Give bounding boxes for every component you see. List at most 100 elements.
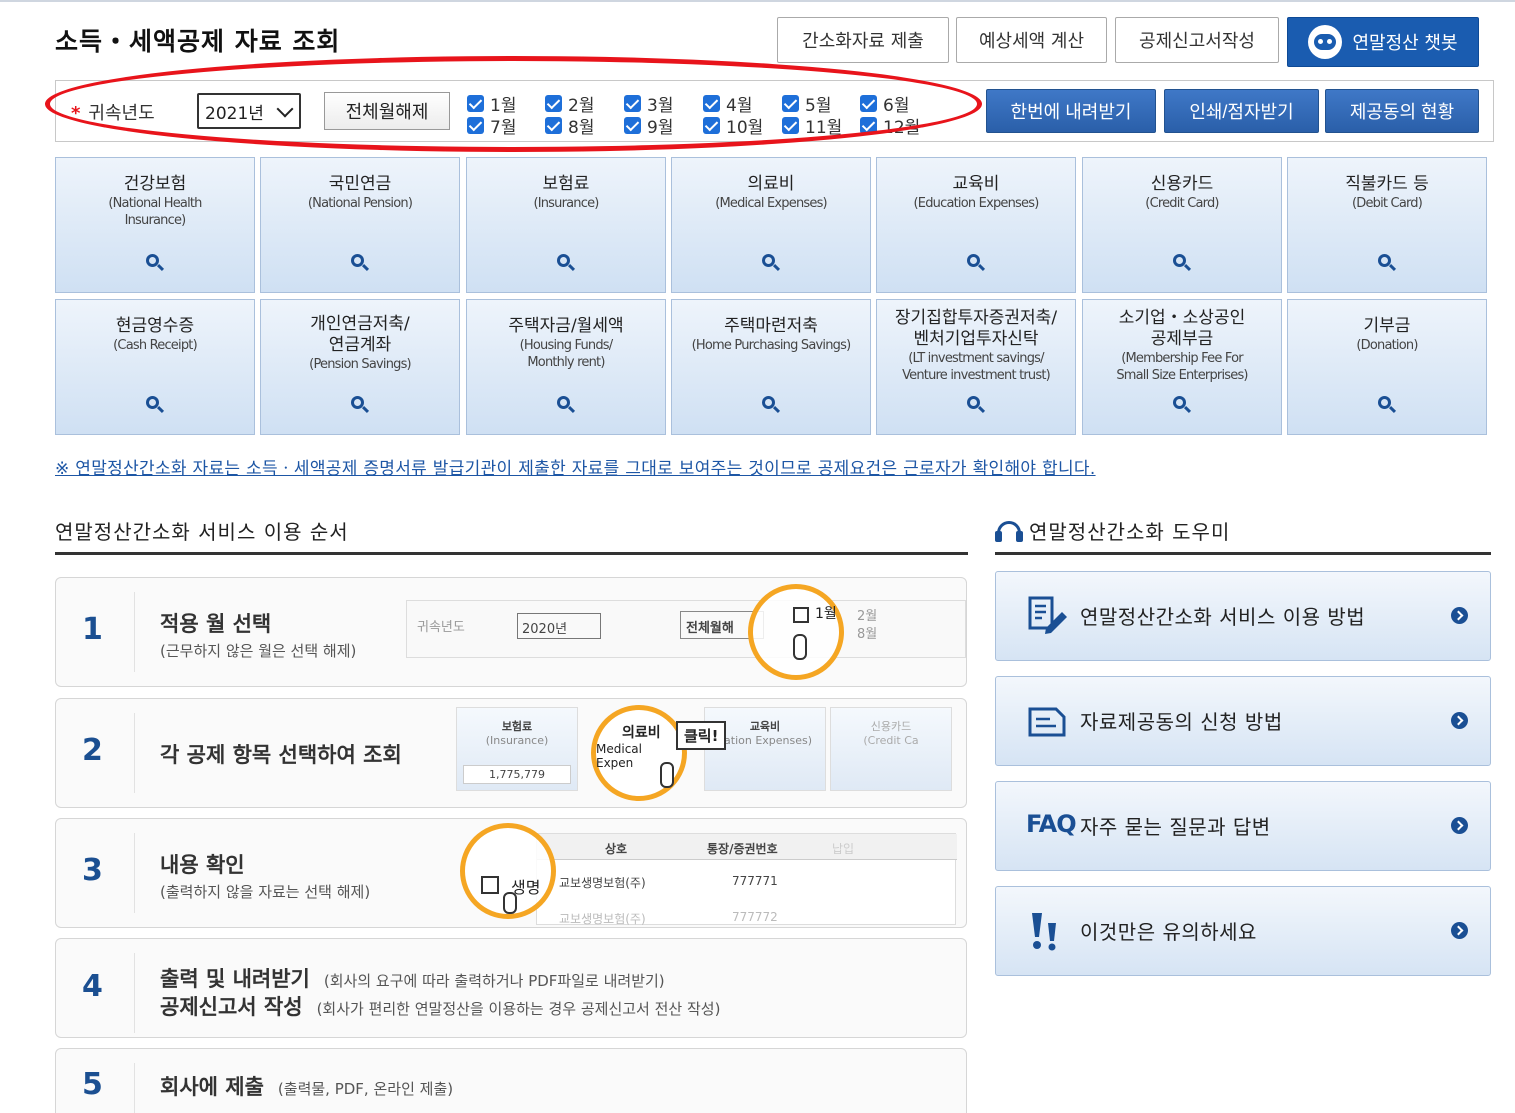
deduction-tile-12[interactable]: 장기집합투자증권저축/ 벤처기업투자신탁 (LT investment savin…	[876, 299, 1076, 435]
deduction-tile-7[interactable]: 직불카드 등 (Debit Card)	[1287, 157, 1487, 293]
search-icon[interactable]	[557, 396, 576, 414]
search-icon[interactable]	[351, 254, 370, 272]
zoom-circle: 생명	[460, 823, 556, 919]
helper-item-caution[interactable]: 이것만은 유의하세요	[995, 886, 1491, 976]
deduction-tile-14[interactable]: 기부금 (Donation)	[1287, 299, 1487, 435]
checkbox-icon[interactable]	[860, 117, 877, 134]
search-icon[interactable]	[762, 254, 781, 272]
step-1: 1 적용 월 선택 (근무하지 않은 월은 선택 해제) 귀속년도 2020년 …	[55, 577, 967, 687]
tile-title: 교육비	[952, 174, 1000, 194]
tile-subtitle: Venture investment trust)	[902, 368, 1051, 383]
deduction-tile-9[interactable]: 개인연금저축/ 연금계좌 (Pension Savings)	[260, 299, 460, 435]
tile-title: 신용카드	[1150, 174, 1214, 194]
tile-subtitle: (Home Purchasing Savings)	[691, 338, 852, 353]
step-title: 내용 확인	[160, 853, 245, 877]
warning-icon	[1032, 913, 1056, 951]
search-icon[interactable]	[762, 396, 781, 414]
step-title-2: 공제신고서 작성 (회사가 편리한 연말정산을 이용하는 경우 공제신고서 전산 …	[160, 995, 721, 1019]
month-checkbox-7[interactable]: 7월	[467, 113, 516, 138]
tile-title: 주택마련저축	[724, 316, 818, 336]
deduction-tile-4[interactable]: 의료비 (Medical Expenses)	[671, 157, 871, 293]
checkbox-icon[interactable]	[624, 117, 641, 134]
download-all-button[interactable]: 한번에 내려받기	[986, 89, 1156, 133]
deduction-tile-11[interactable]: 주택마련저축 (Home Purchasing Savings)	[671, 299, 871, 435]
faq-icon: FAQ	[1026, 810, 1077, 838]
checkbox-icon[interactable]	[860, 95, 877, 112]
step-title: 적용 월 선택	[160, 612, 272, 636]
step1-illustration: 귀속년도 2020년 전체월해 2월 8월	[406, 600, 966, 658]
tile-subtitle: (Education Expenses)	[913, 196, 1040, 211]
notice-link[interactable]: ※ 연말정산간소화 자료는 소득ㆍ세액공제 증명서류 발급기관이 제출한 자료를…	[55, 454, 1096, 479]
checkbox-icon[interactable]	[703, 95, 720, 112]
chatbot-button[interactable]: 연말정산 챗봇	[1287, 17, 1479, 67]
tile-title: 장기집합투자증권저축/ 벤처기업투자신탁	[894, 308, 1058, 349]
checkbox-icon[interactable]	[624, 95, 641, 112]
deduction-tile-1[interactable]: 건강보험 (National Health Insurance)	[55, 157, 255, 293]
step-title: 출력 및 내려받기 (회사의 요구에 따라 출력하거나 PDF파일로 내려받기)	[160, 967, 665, 991]
tile-title: 주택자금/월세액	[508, 316, 624, 336]
search-icon[interactable]	[146, 396, 165, 414]
search-icon[interactable]	[146, 254, 165, 272]
month-checkbox-12[interactable]: 12월	[860, 113, 920, 138]
submit-simplified-data-button[interactable]: 간소화자료 제출	[777, 17, 949, 63]
month-checkbox-9[interactable]: 9월	[624, 113, 673, 138]
consent-status-button[interactable]: 제공동의 현황	[1325, 89, 1479, 133]
step-number: 5	[82, 1067, 103, 1102]
checkbox-icon[interactable]	[782, 117, 799, 134]
month-checkbox-8[interactable]: 8월	[545, 113, 594, 138]
click-callout: 클릭!	[676, 721, 727, 750]
chevron-right-icon	[1451, 607, 1468, 624]
search-icon[interactable]	[1378, 254, 1397, 272]
tile-subtitle: (Pension Savings)	[309, 357, 411, 372]
service-order-divider	[55, 552, 968, 555]
tile-title: 직불카드 등	[1345, 174, 1429, 194]
step-number: 2	[82, 733, 103, 768]
year-select[interactable]: 2021년	[197, 93, 301, 129]
page-title: 소득・세액공제 자료 조회	[55, 27, 341, 56]
search-icon[interactable]	[351, 396, 370, 414]
checkbox-icon[interactable]	[467, 95, 484, 112]
checkbox-icon[interactable]	[545, 117, 562, 134]
deduction-tile-5[interactable]: 교육비 (Education Expenses)	[876, 157, 1076, 293]
print-braille-button[interactable]: 인쇄/점자받기	[1164, 89, 1319, 133]
deduction-tile-10[interactable]: 주택자금/월세액 (Housing Funds/Monthly rent)	[466, 299, 666, 435]
month-label: 11월	[805, 118, 843, 138]
step-sub: (출력하지 않을 자료는 선택 해제)	[160, 883, 371, 901]
deduction-tile-2[interactable]: 국민연금 (National Pension)	[260, 157, 460, 293]
month-checkbox-11[interactable]: 11월	[782, 113, 842, 138]
helper-item-faq[interactable]: FAQ 자주 묻는 질문과 답변	[995, 781, 1491, 871]
step2-tile-insurance: 보험료 (Insurance) 1,775,779	[456, 707, 578, 791]
tile-subtitle: (LT investment savings/	[908, 351, 1044, 366]
search-icon[interactable]	[1173, 396, 1192, 414]
deduction-form-button[interactable]: 공제신고서작성	[1115, 17, 1279, 63]
search-icon[interactable]	[1378, 396, 1397, 414]
month-label: 8월	[568, 118, 595, 138]
search-icon[interactable]	[967, 254, 986, 272]
deduction-tile-3[interactable]: 보험료 (Insurance)	[466, 157, 666, 293]
tile-title: 보험료	[542, 174, 590, 194]
checkbox-icon[interactable]	[467, 117, 484, 134]
checkbox-icon[interactable]	[545, 95, 562, 112]
search-icon[interactable]	[1173, 254, 1192, 272]
helper-item-consent[interactable]: 자료제공동의 신청 방법	[995, 676, 1491, 766]
search-icon[interactable]	[967, 396, 986, 414]
helper-item-usage[interactable]: 연말정산간소화 서비스 이용 방법	[995, 571, 1491, 661]
deduction-tile-13[interactable]: 소기업・소상공인 공제부금 (Membership Fee For Small Si…	[1082, 299, 1282, 435]
unselect-all-months-button[interactable]: 전체월해제	[324, 92, 450, 130]
zoom-circle: 1월	[748, 584, 844, 680]
service-order-title: 연말정산간소화 서비스 이용 순서	[55, 520, 349, 544]
tile-title: 의료비	[747, 174, 795, 194]
month-label: 12월	[883, 118, 921, 138]
chevron-right-icon	[1451, 817, 1468, 834]
deduction-tile-8[interactable]: 현금영수증 (Cash Receipt)	[55, 299, 255, 435]
checkbox-icon[interactable]	[782, 95, 799, 112]
deduction-tile-6[interactable]: 신용카드 (Credit Card)	[1082, 157, 1282, 293]
checkbox-icon[interactable]	[703, 117, 720, 134]
step2-tile-credit: 신용카드 (Credit Ca	[830, 707, 952, 791]
search-icon[interactable]	[557, 254, 576, 272]
estimate-tax-button[interactable]: 예상세액 계산	[956, 17, 1107, 63]
headset-icon	[995, 519, 1023, 543]
month-checkbox-10[interactable]: 10월	[703, 113, 763, 138]
required-mark: *	[71, 103, 81, 124]
tile-subtitle: Insurance)	[124, 213, 187, 228]
